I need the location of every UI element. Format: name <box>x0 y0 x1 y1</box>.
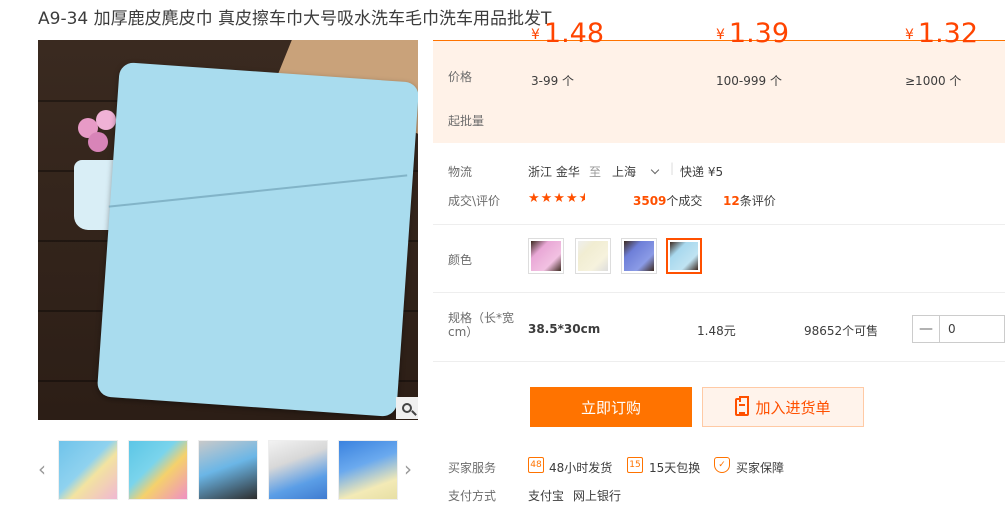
price-panel <box>433 40 1005 143</box>
color-swatch-light-blue[interactable] <box>666 238 702 274</box>
price-label: 价格 <box>448 70 473 84</box>
clipboard-icon <box>735 396 750 416</box>
quantity-stepper: — 0 <box>912 315 1005 343</box>
service-48h: 48小时发货 <box>549 461 613 475</box>
minus-icon[interactable]: — <box>913 316 940 342</box>
payment-alipay: 支付宝 <box>528 489 565 503</box>
48-hour-icon: 48 <box>528 457 544 473</box>
shipping-fee: 快递 ¥5 <box>680 165 724 179</box>
payment-online-bank: 网上银行 <box>573 489 622 503</box>
rating-stars: ★★★★★ <box>528 191 585 206</box>
divider <box>433 361 1005 362</box>
review-count[interactable]: 12条评价 <box>723 192 776 209</box>
price-tier-1: ¥1.48 <box>531 18 605 49</box>
zoom-icon[interactable] <box>396 397 418 419</box>
color-swatch-cream[interactable] <box>575 238 611 274</box>
price-tier-3: ¥1.32 <box>905 18 979 49</box>
thumbnail-2[interactable] <box>128 440 188 500</box>
spec-stock: 98652个可售 <box>804 324 879 338</box>
divider <box>433 292 1005 293</box>
15-day-icon: 15 <box>627 457 643 473</box>
color-swatch-pink[interactable] <box>528 238 564 274</box>
qty-tier-1: 3-99 个 <box>531 74 575 88</box>
spec-price: 1.48元 <box>697 324 736 338</box>
main-product-image[interactable] <box>38 40 418 420</box>
logistics-label: 物流 <box>448 165 473 179</box>
product-title: A9-34 加厚鹿皮麂皮巾 真皮擦车巾大号吸水洗车毛巾洗车用品批发T <box>38 9 552 29</box>
ship-to-select[interactable]: 上海 <box>612 163 660 180</box>
payment-label: 支付方式 <box>448 489 497 503</box>
shield-icon: ✓ <box>714 457 730 473</box>
deals-label: 成交\评价 <box>448 194 501 208</box>
add-to-purchase-list-button[interactable]: 加入进货单 <box>702 387 864 427</box>
spec-size: 38.5*30cm <box>528 322 601 336</box>
service-protection: 买家保障 <box>736 461 785 475</box>
chevron-down-icon <box>650 165 660 175</box>
order-now-button[interactable]: 立即订购 <box>530 387 692 427</box>
ship-to-value: 上海 <box>612 165 637 179</box>
logistics-divider: | <box>670 161 675 175</box>
ship-from: 浙江 金华 <box>528 165 580 179</box>
divider <box>433 224 1005 225</box>
color-label: 颜色 <box>448 253 473 267</box>
qty-tier-2: 100-999 个 <box>716 74 782 88</box>
qty-tier-3: ≥1000 个 <box>905 74 962 88</box>
batch-label: 起批量 <box>448 114 485 128</box>
thumbnail-4[interactable] <box>268 440 328 500</box>
price-tier-2: ¥1.39 <box>716 18 790 49</box>
thumb-prev-icon[interactable]: ‹ <box>38 457 46 481</box>
spec-label: 规格（长*宽cm） <box>448 311 515 339</box>
services-label: 买家服务 <box>448 461 497 475</box>
quantity-input[interactable]: 0 <box>940 316 1004 342</box>
thumb-next-icon[interactable]: › <box>404 457 412 481</box>
color-swatch-blue[interactable] <box>621 238 657 274</box>
add-to-purchase-list-label: 加入进货单 <box>755 398 831 417</box>
service-15day: 15天包换 <box>649 461 701 475</box>
thumbnail-3[interactable] <box>198 440 258 500</box>
sales-count[interactable]: 3509个成交 <box>633 192 702 209</box>
thumbnail-5[interactable] <box>338 440 398 500</box>
thumbnail-1[interactable] <box>58 440 118 500</box>
ship-to-word: 至 <box>589 165 602 179</box>
